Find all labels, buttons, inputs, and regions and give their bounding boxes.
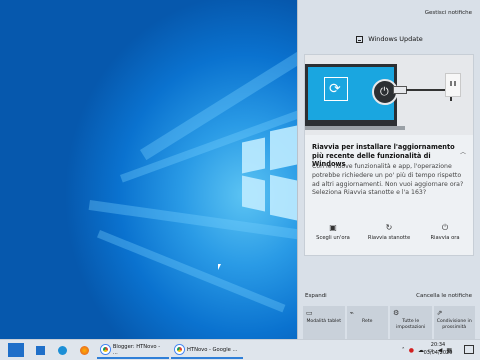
action-center-button[interactable] xyxy=(464,345,474,354)
choose-time-label: Scegli un'ora xyxy=(316,235,350,241)
search-icon xyxy=(35,345,45,355)
clear-notifications-link[interactable]: Cancella le notifiche xyxy=(416,293,472,299)
moon-restart-icon: ↻ xyxy=(385,223,393,232)
windows-logo-pane xyxy=(242,175,265,212)
light-beam xyxy=(97,230,286,313)
expand-link[interactable]: Espandi xyxy=(305,293,327,299)
taskbar-search-button[interactable] xyxy=(32,340,48,360)
edge-icon xyxy=(57,345,67,355)
notification-actions: ▣ Scegli un'ora ↻ Riavvia stanotte ⏻ Ria… xyxy=(305,223,473,247)
light-beam xyxy=(88,200,297,241)
manage-notifications-link[interactable]: Gestisci notifiche xyxy=(425,10,472,16)
battery-icon xyxy=(393,86,407,94)
chrome-icon xyxy=(175,345,184,354)
tablet-mode-icon: ▭ xyxy=(306,309,313,317)
quick-action-tablet-mode[interactable]: ▭ Modalità tablet xyxy=(303,306,345,339)
quick-action-label: Rete xyxy=(362,319,373,324)
quick-action-nearby-sharing[interactable]: ⇗ Condivisione in prossimità xyxy=(433,306,475,339)
quick-action-label: Tutte le impostazioni xyxy=(396,319,426,330)
task-label: Blogger: HTNovo - ... xyxy=(112,343,161,356)
windows-update-icon xyxy=(356,35,364,43)
mouse-cursor xyxy=(218,264,221,270)
chevron-up-icon[interactable]: ˄ xyxy=(402,347,405,354)
taskbar-task-htnovo[interactable]: HTNovo - Google ... xyxy=(171,342,243,359)
restart-now-button[interactable]: ⏻ Riavvia ora xyxy=(420,223,470,247)
notification-group-header: Windows Update xyxy=(298,35,480,43)
windows-logo-pane xyxy=(270,124,297,171)
quick-action-label: Condivisione in prossimità xyxy=(436,319,472,330)
nearby-sharing-icon: ⇗ xyxy=(436,309,443,317)
chrome-icon xyxy=(101,345,110,354)
restart-now-label: Riavvia ora xyxy=(430,235,460,241)
task-label: HTNovo - Google ... xyxy=(187,346,238,353)
taskbar-firefox-button[interactable] xyxy=(76,340,92,360)
settings-icon: ⚙ xyxy=(393,309,400,317)
quick-action-label: Modalità tablet xyxy=(306,319,342,324)
windows-logo-pane xyxy=(242,137,265,174)
windows-logo-pane xyxy=(270,174,297,222)
firefox-icon xyxy=(79,345,89,355)
group-title: Windows Update xyxy=(368,35,423,43)
chevron-up-icon[interactable]: ︿ xyxy=(460,147,466,156)
choose-time-button[interactable]: ▣ Scegli un'ora xyxy=(308,223,358,247)
calendar-clock-icon: ▣ xyxy=(329,223,337,232)
taskbar-edge-button[interactable] xyxy=(54,340,70,360)
notification-body: Con le nuove funzionalità e app, l'opera… xyxy=(312,163,464,197)
quick-action-network[interactable]: ⌁ Rete xyxy=(346,306,388,339)
network-icon: ⌁ xyxy=(349,309,354,317)
power-icon: ⏻ xyxy=(441,223,449,232)
refresh-icon: ⟳ xyxy=(324,77,348,101)
power-outlet-icon xyxy=(445,73,461,97)
restart-tonight-button[interactable]: ↻ Riavvia stanotte xyxy=(364,223,414,247)
clock-date: 03/04/2020 xyxy=(423,349,453,356)
restart-tonight-label: Riavvia stanotte xyxy=(367,235,411,241)
notification-hero-image: ⟳ ⏻ xyxy=(305,55,473,135)
notification-card[interactable]: ⟳ ⏻ Riavvia per installare l'aggiornamen… xyxy=(304,54,474,256)
desktop-wallpaper xyxy=(0,0,297,339)
quick-action-settings[interactable]: ⚙ Tutte le impostazioni xyxy=(390,306,432,339)
taskbar-clock[interactable]: 20:34 03/04/2020 xyxy=(418,342,458,357)
taskbar: ⊞ Blogger: HTNovo - ... HTNovo - Google … xyxy=(0,339,480,360)
quick-actions-bar: ▭ Modalità tablet ⌁ Rete ⚙ Tutte le impo… xyxy=(303,306,475,339)
start-button-highlight xyxy=(8,343,24,357)
taskbar-task-blogger[interactable]: Blogger: HTNovo - ... xyxy=(97,342,169,359)
record-icon[interactable]: ● xyxy=(409,347,414,354)
clock-time: 20:34 xyxy=(430,342,446,348)
